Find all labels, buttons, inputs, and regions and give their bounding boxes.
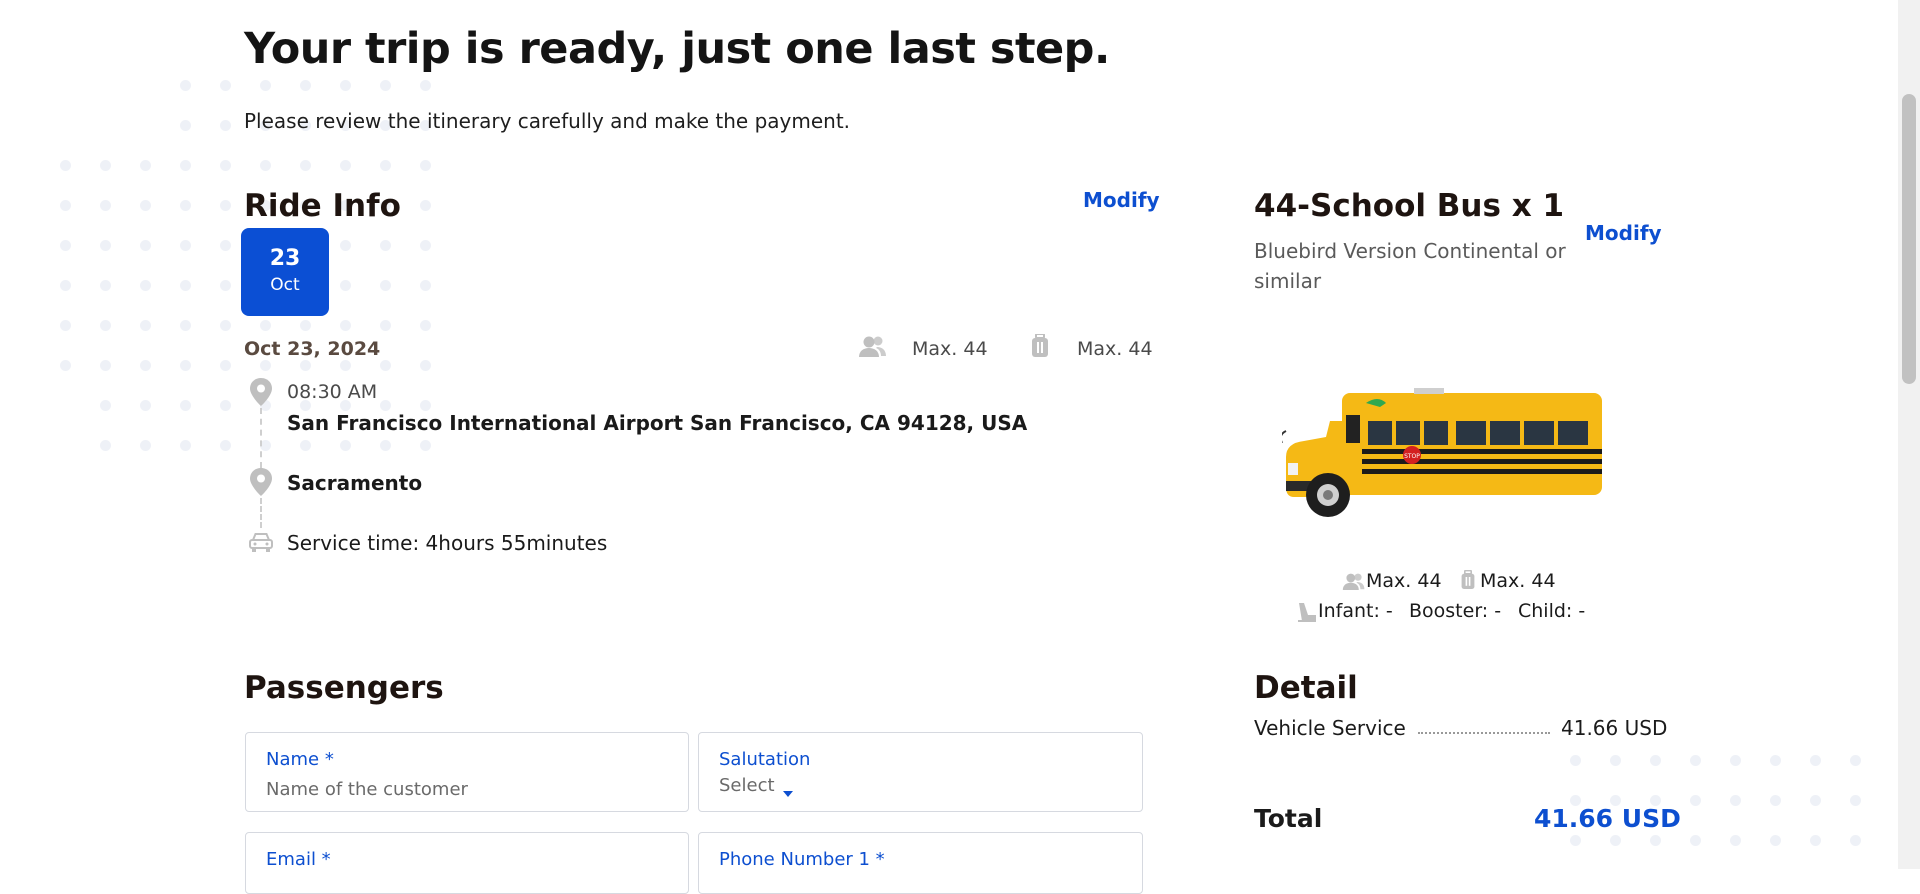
ride-date: Oct 23, 2024 xyxy=(244,338,381,360)
ride-info-modify-link[interactable]: Modify xyxy=(1083,188,1160,212)
booster-seat-count: Booster: - xyxy=(1409,600,1502,622)
dropoff-pin-icon xyxy=(249,468,273,500)
vehicle-luggage-max: Max. 44 xyxy=(1480,570,1556,592)
infant-seat-count: Infant: - xyxy=(1318,600,1393,622)
salutation-label: Salutation xyxy=(719,749,811,770)
ride-info-heading: Ride Info xyxy=(244,188,401,224)
total-value: 41.66 USD xyxy=(1534,804,1681,833)
page-title: Your trip is ready, just one last step. xyxy=(244,24,1110,74)
timeline-connector xyxy=(260,408,262,468)
passengers-heading: Passengers xyxy=(244,670,444,706)
detail-line-label: Vehicle Service xyxy=(1254,716,1406,740)
passengers-icon xyxy=(858,335,888,363)
chevron-down-icon xyxy=(783,783,793,802)
scrollbar-thumb[interactable] xyxy=(1902,94,1916,384)
vehicle-description: Bluebird Version Continental or similar xyxy=(1254,239,1566,293)
page-scrollbar[interactable] xyxy=(1898,0,1920,869)
vehicle-passengers-max: Max. 44 xyxy=(1366,570,1442,592)
pickup-time: 08:30 AM xyxy=(287,381,378,403)
name-field[interactable]: Name * Name of the customer xyxy=(245,732,689,812)
vehicle-passengers-icon xyxy=(1342,572,1366,596)
pickup-address: San Francisco International Airport San … xyxy=(287,411,1028,435)
luggage-icon xyxy=(1030,333,1050,364)
date-badge: 23 Oct xyxy=(241,228,329,316)
school-bus-image: STOP xyxy=(1279,385,1602,529)
name-field-placeholder: Name of the customer xyxy=(266,779,468,800)
timeline-connector-2 xyxy=(260,498,262,528)
detail-line-value: 41.66 USD xyxy=(1561,716,1668,740)
email-field-label: Email * xyxy=(266,849,331,870)
pickup-pin-icon xyxy=(249,378,273,410)
vehicle-modify-link[interactable]: Modify xyxy=(1585,221,1662,245)
salutation-select[interactable]: Salutation Select xyxy=(698,732,1143,812)
stop-sign-label: STOP xyxy=(1404,453,1420,460)
ride-luggage-max: Max. 44 xyxy=(1077,338,1153,360)
child-seat-icon xyxy=(1296,601,1318,627)
name-field-label: Name * xyxy=(266,749,334,770)
salutation-value: Select xyxy=(719,775,775,796)
date-badge-day: 23 xyxy=(269,246,301,271)
page-subtitle: Please review the itinerary carefully an… xyxy=(244,109,851,133)
service-time: Service time: 4hours 55minutes xyxy=(287,531,608,555)
child-seat-count: Child: - xyxy=(1518,600,1586,622)
email-field[interactable]: Email * xyxy=(245,832,689,894)
detail-heading: Detail xyxy=(1254,670,1358,706)
dropoff-location: Sacramento xyxy=(287,471,423,495)
phone-field-label: Phone Number 1 * xyxy=(719,849,885,870)
detail-line-leader xyxy=(1418,732,1550,734)
total-label: Total xyxy=(1254,804,1323,833)
phone-field[interactable]: Phone Number 1 * xyxy=(698,832,1143,894)
vehicle-luggage-icon xyxy=(1460,569,1476,596)
date-badge-month: Oct xyxy=(270,275,300,295)
car-icon xyxy=(249,531,273,557)
ride-passengers-max: Max. 44 xyxy=(912,338,988,360)
vehicle-title: 44-School Bus x 1 xyxy=(1254,188,1565,224)
